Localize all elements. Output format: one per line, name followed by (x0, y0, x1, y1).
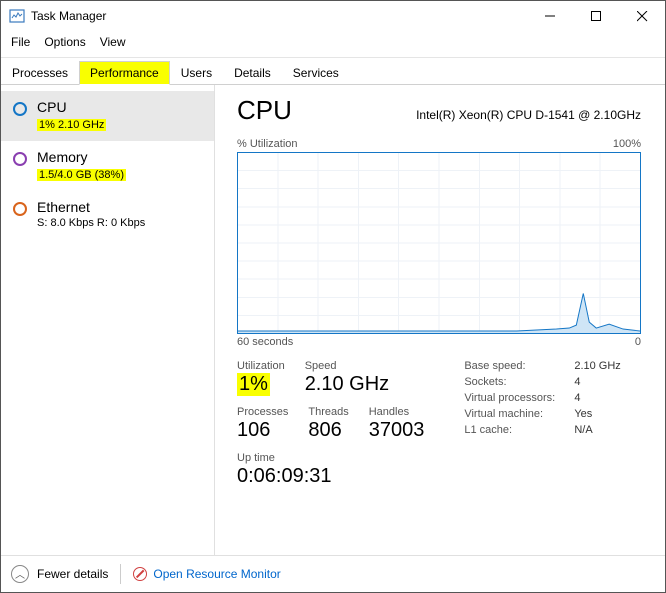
stat-threads: Threads 806 (308, 406, 348, 442)
sidebar-item-cpu[interactable]: CPU 1% 2.10 GHz (1, 91, 214, 141)
maximize-button[interactable] (573, 1, 619, 31)
sidebar-item-memory[interactable]: Memory 1.5/4.0 GB (38%) (1, 141, 214, 191)
cpu-info: Base speed:2.10 GHz Sockets:4 Virtual pr… (464, 360, 620, 488)
stat-utilization: Utilization 1% (237, 360, 285, 396)
tab-services[interactable]: Services (282, 61, 350, 85)
tab-performance[interactable]: Performance (79, 61, 170, 85)
chart-bottom-labels: 60 seconds 0 (237, 336, 641, 348)
cpu-model: Intel(R) Xeon(R) CPU D-1541 @ 2.10GHz (416, 108, 641, 122)
menu-file[interactable]: File (7, 33, 40, 55)
fewer-details-link[interactable]: Fewer details (37, 567, 108, 581)
titlebar: Task Manager (1, 1, 665, 31)
chart-ylabel: % Utilization (237, 138, 298, 150)
memory-ring-icon (13, 152, 27, 166)
stat-speed: Speed 2.10 GHz (305, 360, 389, 396)
chart-xmin: 0 (635, 336, 641, 348)
page-title: CPU (237, 95, 292, 126)
chart-xmax: 60 seconds (237, 336, 293, 348)
main-panel: CPU Intel(R) Xeon(R) CPU D-1541 @ 2.10GH… (215, 85, 665, 555)
footer: ︿ Fewer details Open Resource Monitor (1, 555, 665, 591)
sidebar-sub-ethernet: S: 8.0 Kbps R: 0 Kbps (37, 217, 145, 229)
sidebar-label-memory: Memory (37, 149, 126, 165)
window-buttons (527, 1, 665, 31)
chevron-up-icon[interactable]: ︿ (11, 565, 29, 583)
window-title: Task Manager (31, 9, 527, 23)
sidebar-sub-cpu: 1% 2.10 GHz (37, 119, 106, 131)
tab-details[interactable]: Details (223, 61, 282, 85)
resource-monitor-icon (133, 567, 147, 581)
open-resource-monitor-link[interactable]: Open Resource Monitor (133, 567, 280, 581)
sidebar-sub-memory: 1.5/4.0 GB (38%) (37, 169, 126, 181)
chart-top-labels: % Utilization 100% (237, 138, 641, 150)
menu-options[interactable]: Options (40, 33, 95, 55)
sidebar-label-ethernet: Ethernet (37, 199, 145, 215)
sidebar: CPU 1% 2.10 GHz Memory 1.5/4.0 GB (38%) … (1, 85, 215, 555)
stats-area: Utilization 1% Speed 2.10 GHz Processes … (237, 360, 641, 488)
content: CPU 1% 2.10 GHz Memory 1.5/4.0 GB (38%) … (1, 85, 665, 555)
cpu-ring-icon (13, 102, 27, 116)
stat-handles: Handles 37003 (369, 406, 425, 442)
close-button[interactable] (619, 1, 665, 31)
ethernet-ring-icon (13, 202, 27, 216)
stat-processes: Processes 106 (237, 406, 288, 442)
sidebar-label-cpu: CPU (37, 99, 106, 115)
separator (120, 564, 121, 584)
tabs: Processes Performance Users Details Serv… (1, 60, 665, 85)
tab-processes[interactable]: Processes (1, 61, 79, 85)
stat-uptime: Up time 0:06:09:31 (237, 452, 424, 488)
main-header: CPU Intel(R) Xeon(R) CPU D-1541 @ 2.10GH… (237, 95, 641, 126)
menu-view[interactable]: View (96, 33, 136, 55)
chart-ymax: 100% (613, 138, 641, 150)
app-icon (9, 8, 25, 24)
menubar: File Options View (1, 31, 665, 58)
sidebar-item-ethernet[interactable]: Ethernet S: 8.0 Kbps R: 0 Kbps (1, 191, 214, 237)
minimize-button[interactable] (527, 1, 573, 31)
tab-users[interactable]: Users (170, 61, 223, 85)
cpu-utilization-chart[interactable] (237, 152, 641, 334)
